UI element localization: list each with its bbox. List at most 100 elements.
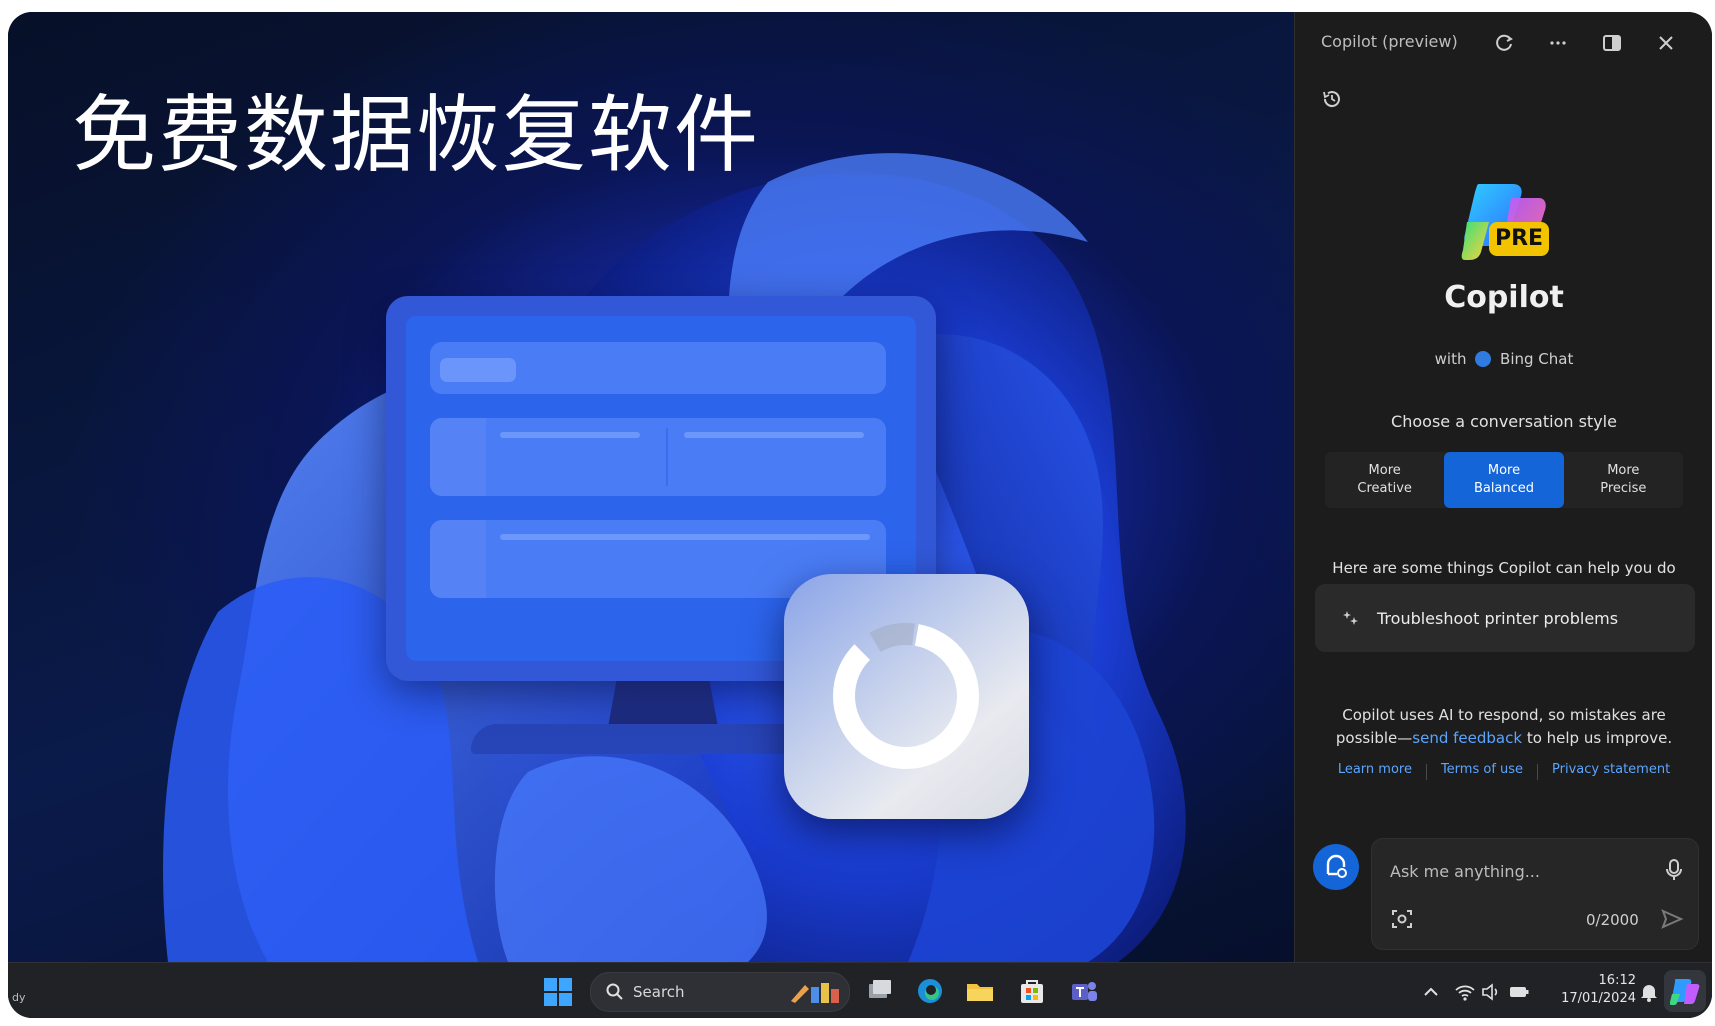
send-button[interactable]: [1660, 907, 1684, 931]
disclaimer-text-end: to help us improve.: [1522, 729, 1673, 747]
style-label-line1: More: [1607, 463, 1640, 478]
screen-line: [684, 432, 864, 438]
recovery-app-icon: [784, 574, 1029, 819]
chat-input-box: 0/2000: [1371, 838, 1699, 950]
screen-cell: [430, 418, 486, 496]
taskbar: dy Search 16:12 17/01/2024: [8, 962, 1712, 1018]
screen-line: [500, 432, 640, 438]
split-view-icon: [1603, 35, 1621, 51]
file-explorer-button[interactable]: [964, 975, 996, 1007]
taskbar-clock[interactable]: 16:12 17/01/2024: [1536, 972, 1636, 1008]
conversation-style-selector: More Creative More Balanced More Precise: [1325, 452, 1683, 508]
more-icon: [1550, 41, 1566, 45]
character-count: 0/2000: [1586, 911, 1639, 929]
close-panel-button[interactable]: [1653, 30, 1679, 56]
privacy-statement-link[interactable]: Privacy statement: [1552, 762, 1670, 780]
send-icon: [1661, 909, 1684, 929]
edge-button[interactable]: [914, 975, 946, 1007]
teams-icon: [1072, 982, 1097, 1001]
search-icon: [606, 983, 623, 1000]
screen-cell: [430, 520, 486, 598]
screen-line: [500, 534, 870, 540]
history-button[interactable]: [1319, 86, 1345, 112]
screenshot-frame: 免费数据恢复软件 Copilot (preview) PRE Copilot w…: [8, 12, 1712, 1018]
bing-chat-attribution: with Bing Chat: [1295, 350, 1712, 368]
style-label-line2: Precise: [1600, 481, 1647, 496]
volume-icon: [1482, 983, 1498, 1001]
style-label-line1: More: [1487, 463, 1521, 478]
preview-badge: PRE: [1489, 222, 1549, 256]
link-separator: [1537, 764, 1539, 780]
new-topic-icon: [1326, 854, 1347, 878]
notification-bell-icon: [1641, 985, 1657, 1002]
terms-of-use-link[interactable]: Terms of use: [1441, 762, 1523, 780]
edge-icon: [918, 979, 942, 1003]
copilot-taskbar-icon: [1670, 979, 1700, 1005]
help-prompt-label: Here are some things Copilot can help yo…: [1332, 559, 1676, 577]
bing-chat-label: Bing Chat: [1500, 350, 1574, 368]
style-more-precise-button[interactable]: More Precise: [1564, 452, 1683, 508]
refresh-icon: [1496, 34, 1513, 51]
refresh-button[interactable]: [1491, 30, 1517, 56]
task-view-button[interactable]: [864, 975, 896, 1007]
chevron-up-icon: [1424, 987, 1438, 996]
image-scan-icon: [1392, 910, 1412, 928]
conversation-style-label: Choose a conversation style: [1391, 412, 1617, 431]
more-options-button[interactable]: [1545, 30, 1571, 56]
show-hidden-icons-button[interactable]: [1420, 981, 1442, 1003]
loading-ring-icon: [833, 623, 979, 769]
with-label: with: [1434, 350, 1467, 368]
wifi-status[interactable]: [1454, 981, 1476, 1003]
microphone-icon: [1666, 859, 1682, 880]
start-button[interactable]: [543, 977, 573, 1007]
screen-row-header: [430, 342, 886, 394]
weather-widget-fragment[interactable]: dy: [12, 991, 26, 1004]
style-more-creative-button[interactable]: More Creative: [1325, 452, 1444, 508]
new-topic-button[interactable]: [1313, 844, 1359, 890]
close-icon: [1659, 36, 1673, 50]
link-separator: [1425, 764, 1427, 780]
headline-title: 免费数据恢复软件: [72, 86, 761, 184]
battery-status[interactable]: [1508, 981, 1530, 1003]
style-more-balanced-button[interactable]: More Balanced: [1444, 452, 1564, 508]
microphone-button[interactable]: [1662, 857, 1686, 883]
screen-row: [430, 418, 886, 496]
monitor-neck: [608, 679, 718, 727]
copilot-logo: PRE: [1461, 178, 1551, 266]
battery-icon: [1510, 987, 1529, 997]
style-label-line2: Creative: [1357, 481, 1412, 496]
microsoft-store-icon: [1021, 980, 1043, 1003]
copilot-window-title: Copilot (preview): [1321, 32, 1458, 51]
taskbar-search-box[interactable]: Search: [590, 972, 850, 1012]
windows-logo-icon: [544, 978, 572, 1006]
screen-divider: [666, 428, 668, 486]
copilot-panel: Copilot (preview) PRE Copilot with Bing …: [1294, 12, 1712, 962]
microsoft-store-button[interactable]: [1016, 975, 1048, 1007]
split-view-button[interactable]: [1599, 30, 1625, 56]
wifi-icon: [1455, 985, 1475, 1001]
suggestion-text: Troubleshoot printer problems: [1377, 608, 1619, 628]
clock-date: 17/01/2024: [1561, 991, 1636, 1006]
legal-links: Learn more Terms of use Privacy statemen…: [1315, 762, 1693, 780]
file-explorer-icon: [967, 984, 993, 1001]
ai-disclaimer: Copilot uses AI to respond, so mistakes …: [1325, 704, 1683, 750]
screen-chip: [440, 358, 516, 382]
learn-more-link[interactable]: Learn more: [1338, 762, 1412, 780]
bing-icon: [1475, 351, 1492, 367]
teams-button[interactable]: [1068, 975, 1100, 1007]
taskbar-copilot-button[interactable]: [1664, 970, 1706, 1012]
image-input-button[interactable]: [1390, 907, 1414, 931]
desktop-wallpaper: 免费数据恢复软件: [8, 12, 1294, 962]
send-feedback-link[interactable]: send feedback: [1412, 729, 1522, 747]
suggestion-card[interactable]: Troubleshoot printer problems: [1315, 584, 1695, 652]
clock-time: 16:12: [1598, 973, 1636, 988]
style-label-line1: More: [1368, 463, 1401, 478]
history-icon: [1323, 91, 1340, 108]
task-view-icon: [869, 980, 891, 998]
sparkle-icon: [1343, 611, 1358, 625]
ask-input[interactable]: [1388, 855, 1642, 887]
copilot-name: Copilot: [1444, 280, 1564, 315]
volume-control[interactable]: [1480, 981, 1502, 1003]
notifications-button[interactable]: [1638, 981, 1660, 1003]
search-label: Search: [633, 983, 685, 1001]
